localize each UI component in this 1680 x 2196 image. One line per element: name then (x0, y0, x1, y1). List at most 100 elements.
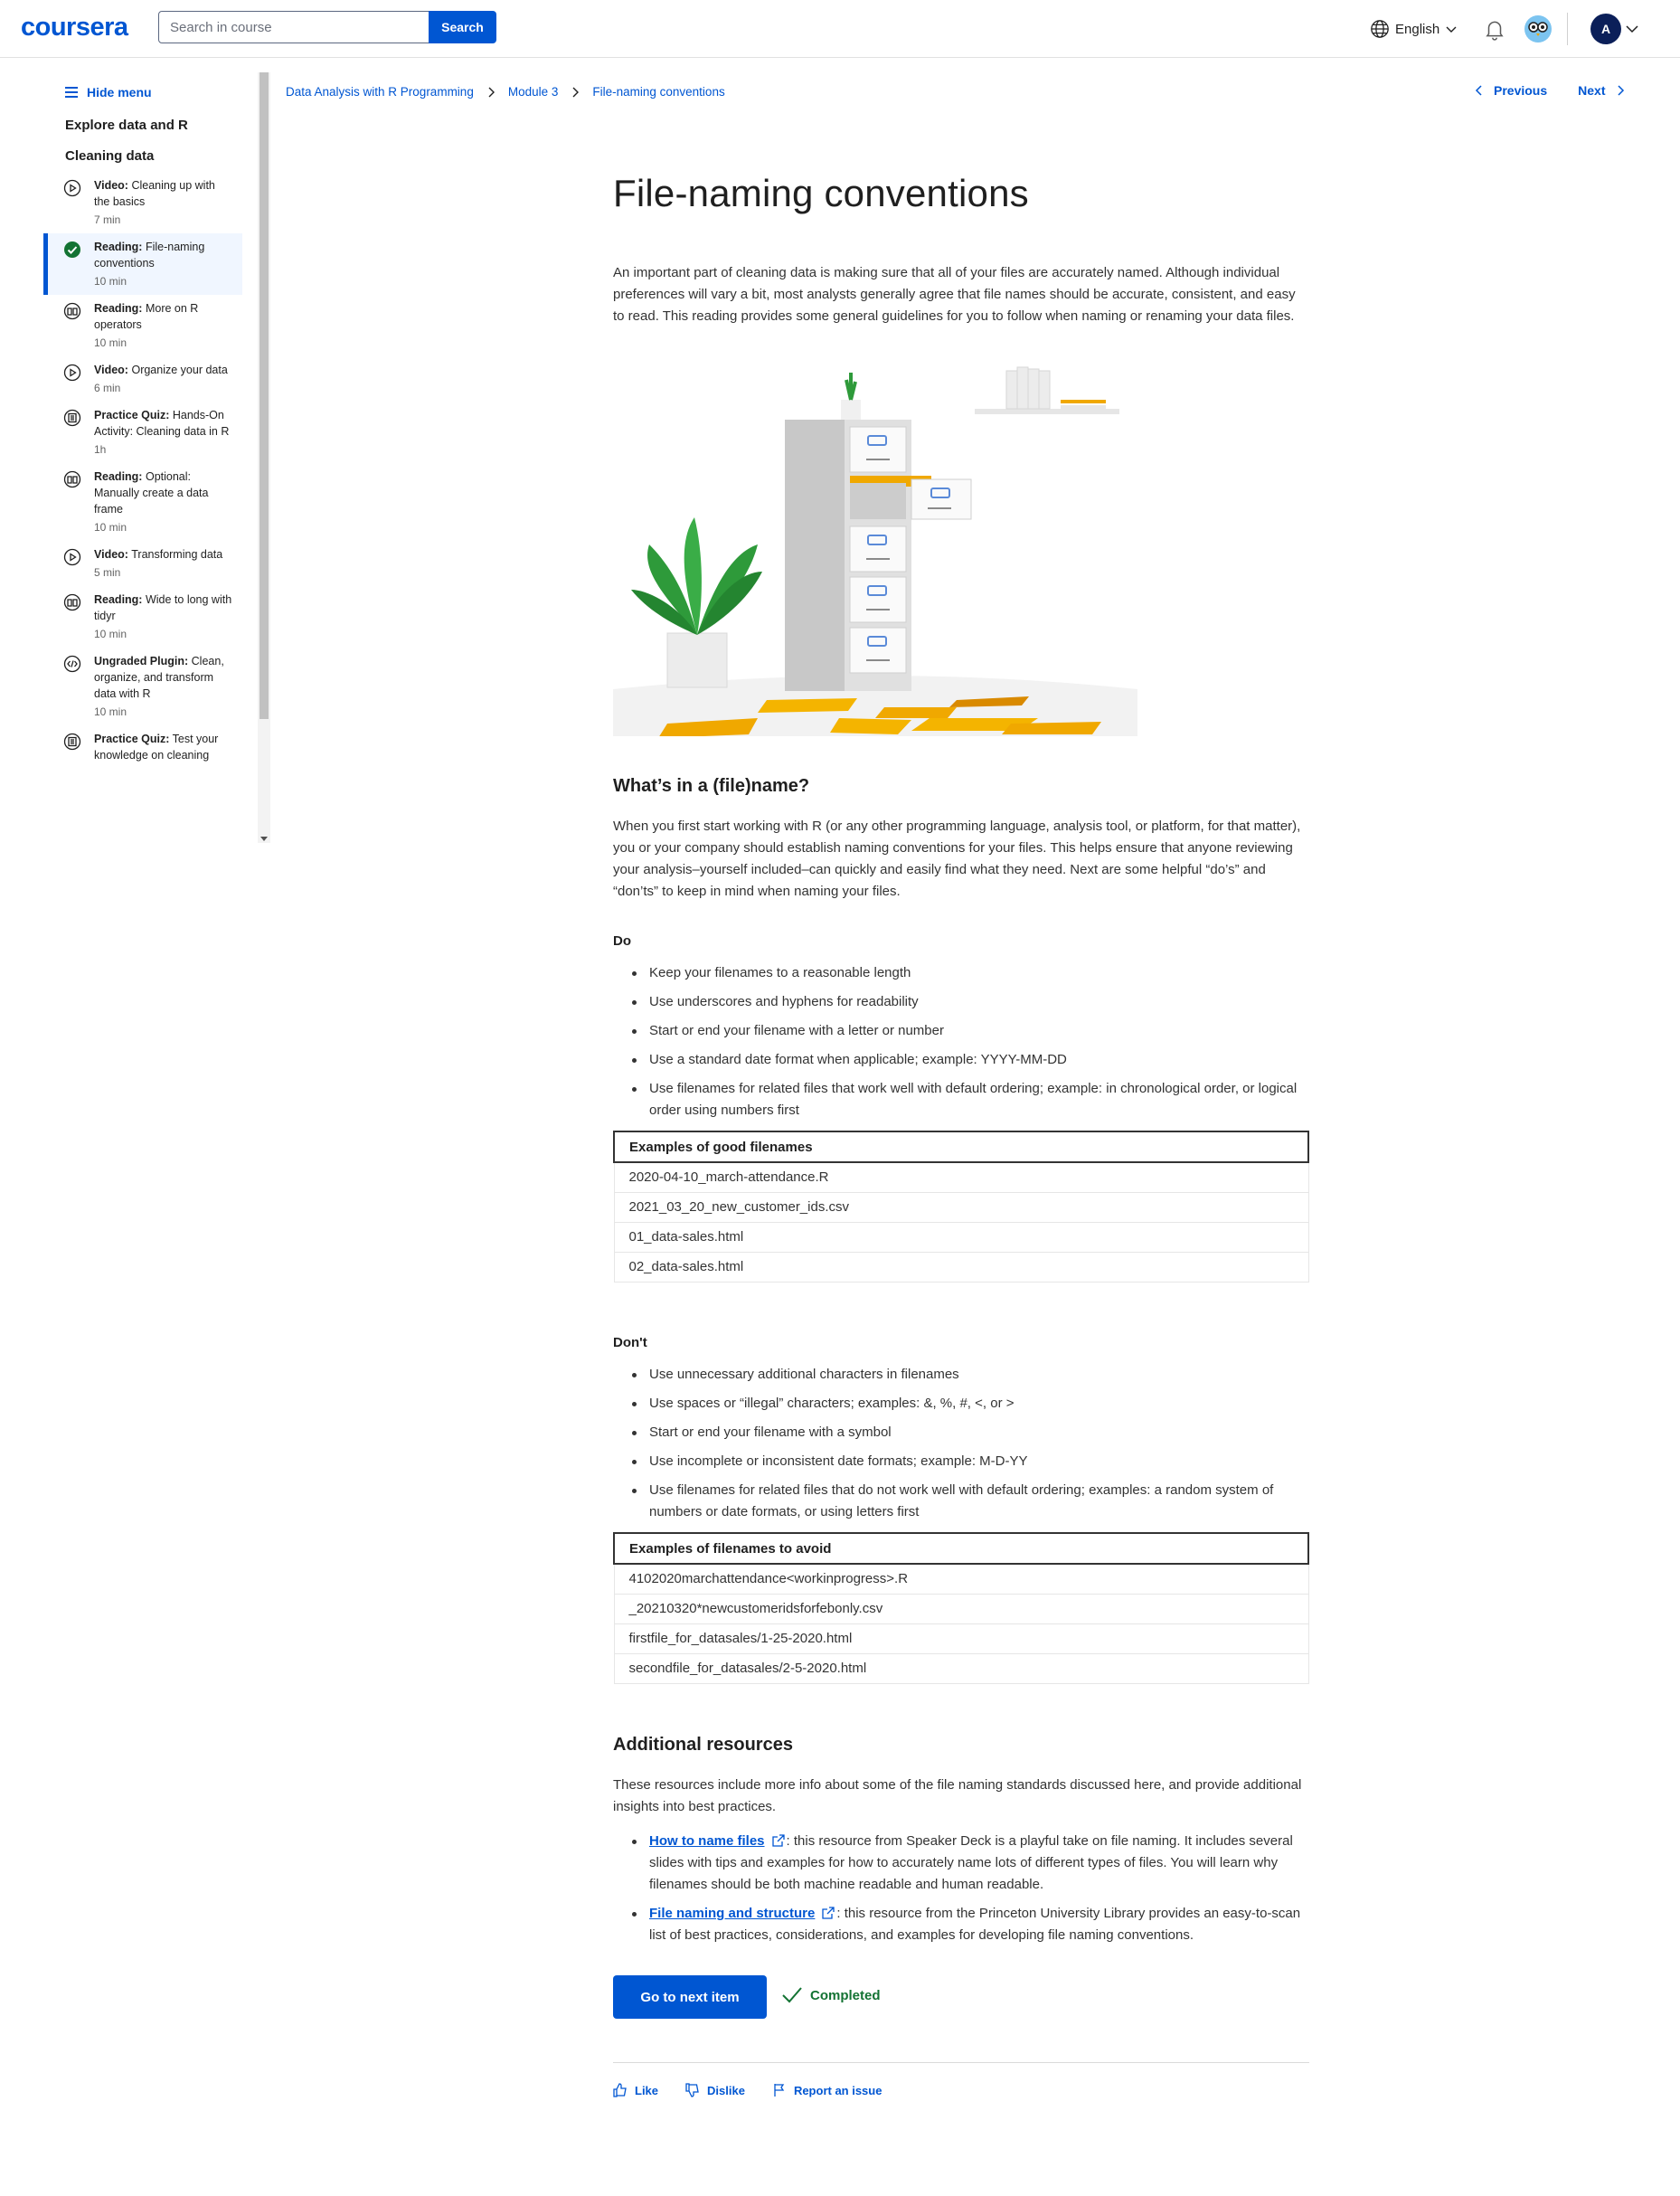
filing-cabinet-illustration (613, 366, 1137, 736)
item-type: Video: (94, 548, 128, 561)
item-type: Reading: (94, 593, 143, 606)
search-input[interactable] (158, 11, 429, 43)
sidebar-lesson-item[interactable]: Ungraded Plugin: Clean, organize, and tr… (43, 648, 242, 725)
code-icon (63, 655, 81, 673)
go-to-next-item-button[interactable]: Go to next item (613, 1975, 767, 2019)
previous-label: Previous (1494, 83, 1548, 98)
lesson-title: Cleaning data (65, 148, 155, 164)
resources-heading: Additional resources (613, 1735, 793, 1755)
reading-content: File-naming conventions An important par… (613, 172, 1309, 1943)
play-circle-icon (63, 179, 81, 197)
item-type: Practice Quiz: (94, 733, 170, 745)
list-item: Start or end your filename with a symbol (613, 1422, 1309, 1443)
item-type: Practice Quiz: (94, 409, 170, 421)
like-button[interactable]: Like (613, 2083, 658, 2097)
resources-list: How to name files: this resource from Sp… (613, 1831, 1309, 1954)
sidebar-lesson-item[interactable]: Practice Quiz: Hands-On Activity: Cleani… (43, 402, 242, 463)
scrollbar-thumb[interactable] (260, 72, 269, 719)
table-row: 01_data-sales.html (613, 1221, 1309, 1253)
table-row: 2021_03_20_new_customer_ids.csv (613, 1191, 1309, 1223)
sidebar-scrollbar[interactable] (258, 72, 270, 843)
play-circle-icon (63, 548, 81, 566)
item-duration: 10 min (94, 628, 127, 640)
previous-button[interactable]: Previous (1474, 83, 1547, 98)
globe-icon (1371, 20, 1389, 38)
chevron-down-icon[interactable] (1625, 22, 1639, 36)
item-type: Video: (94, 364, 128, 376)
report-issue-label: Report an issue (793, 2083, 882, 2097)
coach-owl-icon[interactable] (1524, 14, 1553, 43)
list-item: Use filenames for related files that do … (613, 1480, 1309, 1523)
quiz-icon (63, 733, 81, 751)
list-item: Start or end your filename with a letter… (613, 1020, 1309, 1042)
hide-menu-label: Hide menu (87, 85, 152, 99)
item-title: Organize your data (131, 364, 228, 376)
item-duration: 10 min (94, 336, 127, 349)
good-filenames-table: Examples of good filenames 2020-04-10_ma… (613, 1131, 1309, 1283)
hide-menu-button[interactable]: Hide menu (65, 85, 152, 99)
dont-heading: Don't (613, 1335, 647, 1350)
item-type: Reading: (94, 470, 143, 483)
external-link-icon (822, 1907, 835, 1919)
list-item: Use incomplete or inconsistent date form… (613, 1451, 1309, 1472)
breadcrumb: Data Analysis with R Programming Module … (286, 85, 725, 99)
table-cell: 2020-04-10_march-attendance.R (613, 1161, 1309, 1193)
sidebar-lesson-item[interactable]: Reading: Optional: Manually create a dat… (43, 463, 242, 541)
search-button[interactable]: Search (429, 11, 496, 43)
breadcrumb-current[interactable]: File-naming conventions (592, 85, 724, 99)
completed-status: Completed (781, 1986, 881, 2004)
item-title: Transforming data (131, 548, 223, 561)
external-link-icon (771, 1834, 785, 1847)
table-row: _20210320*newcustomeridsforfebonly.csv (613, 1593, 1309, 1624)
resource-link[interactable]: File naming and structure (649, 1906, 815, 1921)
page-title: File-naming conventions (613, 172, 1029, 214)
table-header: Examples of filenames to avoid (613, 1532, 1309, 1565)
table-row: firstfile_for_datasales/1-25-2020.html (613, 1623, 1309, 1654)
list-item: Use unnecessary additional characters in… (613, 1364, 1309, 1386)
item-type: Video: (94, 179, 128, 192)
header-divider (1567, 13, 1568, 45)
module-title: Explore data and R (65, 118, 188, 133)
item-type: Ungraded Plugin: (94, 655, 189, 667)
breadcrumb-module[interactable]: Module 3 (508, 85, 559, 99)
sidebar-lesson-item[interactable]: Practice Quiz: Test your knowledge on cl… (43, 725, 242, 771)
table-cell: 01_data-sales.html (613, 1221, 1309, 1253)
top-navigation-bar: coursera Search English A (0, 0, 1680, 58)
sidebar-lesson-item[interactable]: Reading: Wide to long with tidyr 10 min (43, 586, 242, 648)
dislike-label: Dislike (707, 2083, 745, 2097)
divider (613, 2062, 1309, 2063)
next-button[interactable]: Next (1578, 83, 1625, 98)
intro-paragraph: An important part of cleaning data is ma… (613, 265, 1296, 324)
table-cell: _20210320*newcustomeridsforfebonly.csv (613, 1593, 1309, 1624)
sidebar-lesson-item[interactable]: Video: Cleaning up with the basics 7 min (43, 172, 242, 233)
feedback-bar: Like Dislike Report an issue (613, 2083, 882, 2097)
resource-item: How to name files: this resource from Sp… (613, 1831, 1309, 1896)
resource-link[interactable]: How to name files (649, 1833, 765, 1849)
sidebar-lesson-item[interactable]: Reading: File-naming conventions 10 min (43, 233, 242, 295)
menu-icon (65, 87, 78, 98)
breadcrumb-course[interactable]: Data Analysis with R Programming (286, 85, 474, 99)
item-duration: 1h (94, 443, 107, 456)
book-icon (63, 302, 81, 320)
scroll-down-arrow[interactable] (260, 837, 268, 841)
chevron-down-icon (1446, 26, 1457, 33)
chevron-right-icon (1617, 85, 1624, 96)
sidebar-lesson-item[interactable]: Video: Organize your data 6 min (43, 356, 242, 402)
check-circle-icon (63, 241, 81, 259)
quiz-icon (63, 409, 81, 427)
dislike-button[interactable]: Dislike (685, 2083, 745, 2097)
sidebar-lesson-item[interactable]: Video: Transforming data 5 min (43, 541, 242, 586)
coursera-logo[interactable]: coursera (21, 13, 128, 43)
sidebar-lesson-item[interactable]: Reading: More on R operators 10 min (43, 295, 242, 356)
user-avatar[interactable]: A (1590, 14, 1621, 44)
list-item: Use filenames for related files that wor… (613, 1078, 1309, 1122)
thumbs-down-icon (685, 2083, 699, 2097)
dont-list: Use unnecessary additional characters in… (613, 1364, 1309, 1530)
course-sidebar: Hide menu Explore data and R Cleaning da… (0, 58, 269, 841)
lesson-item-list: Video: Cleaning up with the basics 7 min R… (43, 172, 242, 841)
language-selector[interactable]: English (1370, 18, 1458, 40)
item-duration: 10 min (94, 275, 127, 288)
report-issue-button[interactable]: Report an issue (772, 2083, 882, 2097)
table-cell: secondfile_for_datasales/2-5-2020.html (613, 1652, 1309, 1684)
notifications-bell-icon[interactable] (1483, 17, 1506, 41)
